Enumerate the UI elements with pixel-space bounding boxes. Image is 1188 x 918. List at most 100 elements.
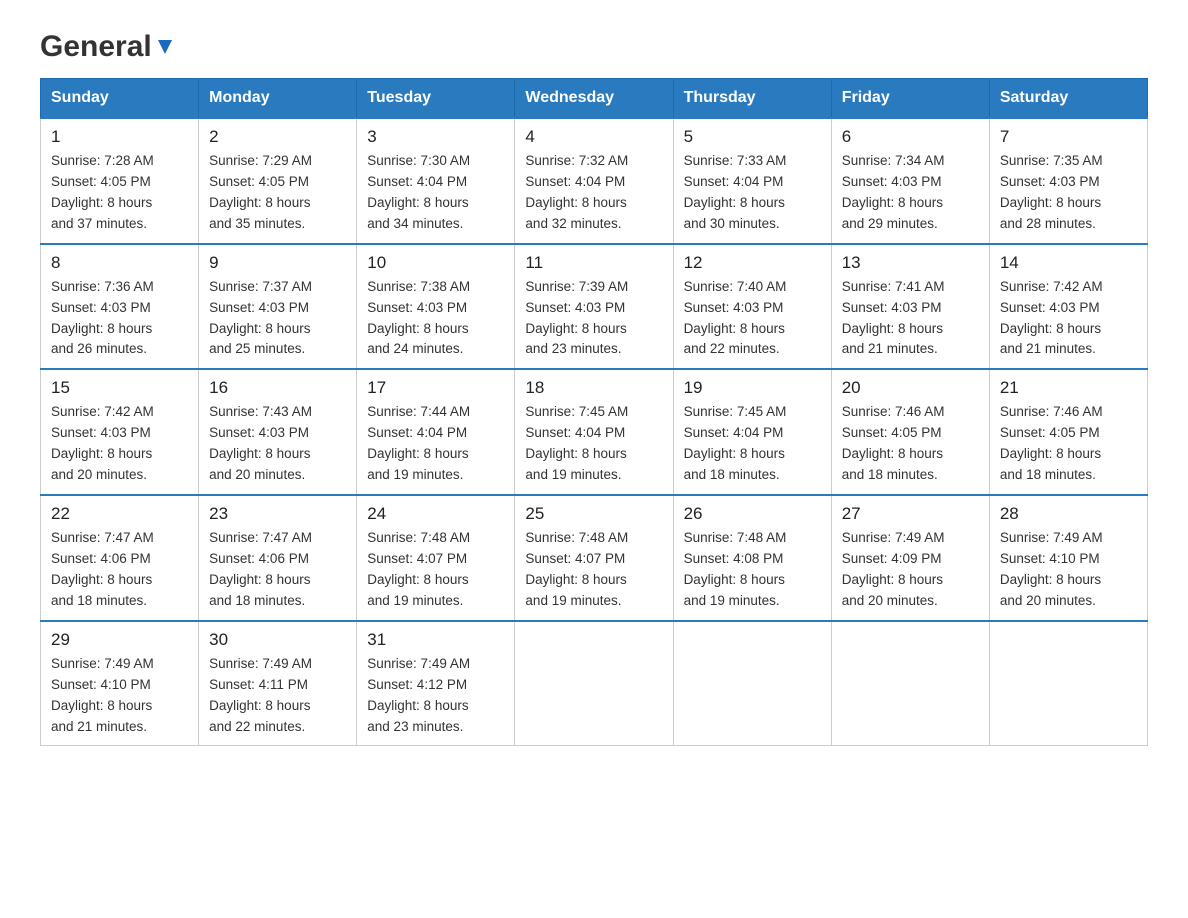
day-number: 3 [367,127,504,147]
day-number: 6 [842,127,979,147]
day-number: 26 [684,504,821,524]
calendar-cell: 20Sunrise: 7:46 AMSunset: 4:05 PMDayligh… [831,369,989,495]
day-number: 2 [209,127,346,147]
day-info: Sunrise: 7:49 AMSunset: 4:12 PMDaylight:… [367,654,504,738]
header-tuesday: Tuesday [357,79,515,119]
day-info: Sunrise: 7:42 AMSunset: 4:03 PMDaylight:… [51,402,188,486]
page-header: General [40,30,1148,58]
day-info: Sunrise: 7:49 AMSunset: 4:10 PMDaylight:… [51,654,188,738]
day-info: Sunrise: 7:48 AMSunset: 4:08 PMDaylight:… [684,528,821,612]
calendar-cell: 26 Sunrise: 7:48 AMSunset: 4:08 PMDayligh… [673,495,831,621]
day-number: 15 [51,378,188,398]
calendar-cell: 22 Sunrise: 7:47 AMSunset: 4:06 PMDayligh… [41,495,199,621]
day-info: Sunrise: 7:43 AMSunset: 4:03 PMDaylight:… [209,402,346,486]
day-info: Sunrise: 7:37 AMSunset: 4:03 PMDaylight:… [209,277,346,361]
day-number: 20 [842,378,979,398]
week-row-4: 22 Sunrise: 7:47 AMSunset: 4:06 PMDayligh… [41,495,1148,621]
week-row-5: 29 Sunrise: 7:49 AMSunset: 4:10 PMDayligh… [41,621,1148,746]
day-info: Sunrise: 7:45 AMSunset: 4:04 PMDaylight:… [525,402,662,486]
day-number: 11 [525,253,662,273]
calendar-header-row: SundayMondayTuesdayWednesdayThursdayFrid… [41,79,1148,119]
day-number: 27 [842,504,979,524]
week-row-1: 1 Sunrise: 7:28 AMSunset: 4:05 PMDaylight… [41,118,1148,244]
day-number: 19 [684,378,821,398]
day-info: Sunrise: 7:44 AMSunset: 4:04 PMDaylight:… [367,402,504,486]
calendar-cell: 23 Sunrise: 7:47 AMSunset: 4:06 PMDayligh… [199,495,357,621]
logo: General [40,30,176,58]
calendar-cell: 11 Sunrise: 7:39 AMSunset: 4:03 PMDayligh… [515,244,673,370]
header-sunday: Sunday [41,79,199,119]
day-info: Sunrise: 7:42 AMSunset: 4:03 PMDaylight:… [1000,277,1137,361]
day-number: 31 [367,630,504,650]
calendar-cell: 30 Sunrise: 7:49 AMSunset: 4:11 PMDayligh… [199,621,357,746]
day-info: Sunrise: 7:47 AMSunset: 4:06 PMDaylight:… [51,528,188,612]
day-info: Sunrise: 7:49 AMSunset: 4:10 PMDaylight:… [1000,528,1137,612]
day-info: Sunrise: 7:46 AMSunset: 4:05 PMDaylight:… [1000,402,1137,486]
day-number: 14 [1000,253,1137,273]
day-info: Sunrise: 7:29 AMSunset: 4:05 PMDaylight:… [209,151,346,235]
calendar-cell: 7Sunrise: 7:35 AMSunset: 4:03 PMDaylight… [989,118,1147,244]
day-number: 5 [684,127,821,147]
day-info: Sunrise: 7:28 AMSunset: 4:05 PMDaylight:… [51,151,188,235]
calendar-cell: 4Sunrise: 7:32 AMSunset: 4:04 PMDaylight… [515,118,673,244]
calendar-cell: 19 Sunrise: 7:45 AMSunset: 4:04 PMDayligh… [673,369,831,495]
header-thursday: Thursday [673,79,831,119]
day-number: 24 [367,504,504,524]
day-number: 12 [684,253,821,273]
calendar-cell: 6 Sunrise: 7:34 AMSunset: 4:03 PMDaylight… [831,118,989,244]
day-info: Sunrise: 7:30 AMSunset: 4:04 PMDaylight:… [367,151,504,235]
calendar-cell: 29 Sunrise: 7:49 AMSunset: 4:10 PMDayligh… [41,621,199,746]
calendar-cell: 24Sunrise: 7:48 AMSunset: 4:07 PMDayligh… [357,495,515,621]
day-number: 28 [1000,504,1137,524]
calendar-cell: 13Sunrise: 7:41 AMSunset: 4:03 PMDayligh… [831,244,989,370]
day-info: Sunrise: 7:47 AMSunset: 4:06 PMDaylight:… [209,528,346,612]
day-number: 22 [51,504,188,524]
day-info: Sunrise: 7:38 AMSunset: 4:03 PMDaylight:… [367,277,504,361]
day-number: 7 [1000,127,1137,147]
day-number: 9 [209,253,346,273]
calendar-cell: 25Sunrise: 7:48 AMSunset: 4:07 PMDayligh… [515,495,673,621]
header-saturday: Saturday [989,79,1147,119]
header-wednesday: Wednesday [515,79,673,119]
week-row-2: 8Sunrise: 7:36 AMSunset: 4:03 PMDaylight… [41,244,1148,370]
day-number: 18 [525,378,662,398]
calendar-cell: 27 Sunrise: 7:49 AMSunset: 4:09 PMDayligh… [831,495,989,621]
day-info: Sunrise: 7:45 AMSunset: 4:04 PMDaylight:… [684,402,821,486]
calendar-cell: 21 Sunrise: 7:46 AMSunset: 4:05 PMDayligh… [989,369,1147,495]
day-number: 1 [51,127,188,147]
calendar-cell: 5 Sunrise: 7:33 AMSunset: 4:04 PMDaylight… [673,118,831,244]
header-monday: Monday [199,79,357,119]
day-info: Sunrise: 7:34 AMSunset: 4:03 PMDaylight:… [842,151,979,235]
calendar-cell: 31 Sunrise: 7:49 AMSunset: 4:12 PMDayligh… [357,621,515,746]
calendar-cell: 15 Sunrise: 7:42 AMSunset: 4:03 PMDayligh… [41,369,199,495]
calendar-cell: 17 Sunrise: 7:44 AMSunset: 4:04 PMDayligh… [357,369,515,495]
calendar-cell: 2 Sunrise: 7:29 AMSunset: 4:05 PMDaylight… [199,118,357,244]
week-row-3: 15 Sunrise: 7:42 AMSunset: 4:03 PMDayligh… [41,369,1148,495]
calendar-cell: 18 Sunrise: 7:45 AMSunset: 4:04 PMDayligh… [515,369,673,495]
calendar-cell [673,621,831,746]
day-info: Sunrise: 7:33 AMSunset: 4:04 PMDaylight:… [684,151,821,235]
day-info: Sunrise: 7:41 AMSunset: 4:03 PMDaylight:… [842,277,979,361]
calendar-cell [515,621,673,746]
day-info: Sunrise: 7:48 AMSunset: 4:07 PMDaylight:… [525,528,662,612]
calendar-cell: 28 Sunrise: 7:49 AMSunset: 4:10 PMDayligh… [989,495,1147,621]
calendar-table: SundayMondayTuesdayWednesdayThursdayFrid… [40,78,1148,746]
logo-general-text: General [40,30,152,64]
calendar-cell: 3 Sunrise: 7:30 AMSunset: 4:04 PMDaylight… [357,118,515,244]
day-number: 21 [1000,378,1137,398]
day-info: Sunrise: 7:39 AMSunset: 4:03 PMDaylight:… [525,277,662,361]
day-info: Sunrise: 7:36 AMSunset: 4:03 PMDaylight:… [51,277,188,361]
day-info: Sunrise: 7:49 AMSunset: 4:11 PMDaylight:… [209,654,346,738]
day-number: 30 [209,630,346,650]
calendar-cell: 8Sunrise: 7:36 AMSunset: 4:03 PMDaylight… [41,244,199,370]
calendar-cell: 1 Sunrise: 7:28 AMSunset: 4:05 PMDaylight… [41,118,199,244]
day-info: Sunrise: 7:49 AMSunset: 4:09 PMDaylight:… [842,528,979,612]
day-number: 23 [209,504,346,524]
day-number: 17 [367,378,504,398]
day-info: Sunrise: 7:40 AMSunset: 4:03 PMDaylight:… [684,277,821,361]
day-number: 29 [51,630,188,650]
day-number: 10 [367,253,504,273]
calendar-cell: 12 Sunrise: 7:40 AMSunset: 4:03 PMDayligh… [673,244,831,370]
day-number: 4 [525,127,662,147]
calendar-cell: 10 Sunrise: 7:38 AMSunset: 4:03 PMDayligh… [357,244,515,370]
